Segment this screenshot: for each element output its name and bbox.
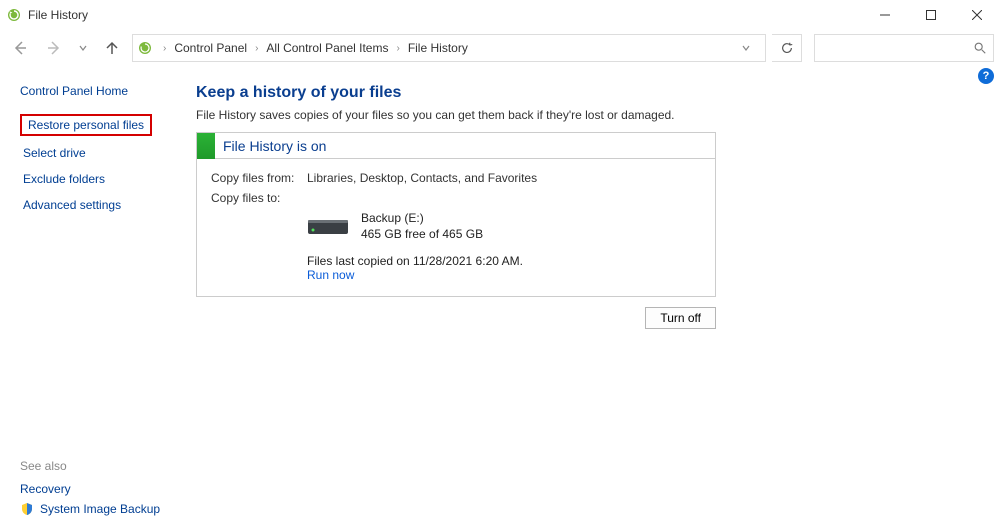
drive-label: Backup (E:) bbox=[361, 211, 483, 227]
nav-forward-button[interactable] bbox=[40, 34, 68, 62]
run-now-link[interactable]: Run now bbox=[307, 268, 701, 282]
drive-icon bbox=[307, 214, 349, 240]
breadcrumb-item[interactable]: All Control Panel Items bbox=[264, 41, 390, 55]
turn-off-button[interactable]: Turn off bbox=[645, 307, 716, 329]
see-also-recovery-label: Recovery bbox=[20, 482, 71, 496]
breadcrumb-root-icon bbox=[137, 40, 153, 56]
breadcrumb-history-dropdown[interactable] bbox=[731, 34, 761, 62]
see-also-system-image-label: System Image Backup bbox=[40, 502, 160, 516]
title-bar: File History bbox=[0, 0, 1000, 30]
main-panel: ? Keep a history of your files File Hist… bbox=[196, 66, 1000, 527]
minimize-button[interactable] bbox=[862, 0, 908, 30]
app-icon bbox=[6, 7, 22, 23]
copy-from-label: Copy files from: bbox=[211, 171, 307, 185]
drive-free-space: 465 GB free of 465 GB bbox=[361, 227, 483, 243]
status-header: File History is on bbox=[197, 133, 715, 159]
see-also-system-image-link[interactable]: System Image Backup bbox=[20, 502, 184, 516]
sidebar-link-advanced[interactable]: Advanced settings bbox=[20, 196, 124, 214]
sidebar-link-exclude[interactable]: Exclude folders bbox=[20, 170, 108, 188]
search-input[interactable] bbox=[814, 34, 994, 62]
last-copied-text: Files last copied on 11/28/2021 6:20 AM. bbox=[307, 254, 701, 268]
breadcrumb-item[interactable]: File History bbox=[406, 41, 470, 55]
control-panel-home-link[interactable]: Control Panel Home bbox=[20, 84, 184, 98]
close-button[interactable] bbox=[954, 0, 1000, 30]
breadcrumb-item[interactable]: Control Panel bbox=[172, 41, 249, 55]
shield-icon bbox=[20, 502, 34, 516]
page-description: File History saves copies of your files … bbox=[196, 108, 984, 122]
sidebar-link-restore[interactable]: Restore personal files bbox=[20, 114, 152, 136]
search-icon bbox=[973, 41, 987, 55]
chevron-right-icon: › bbox=[392, 43, 403, 54]
window-title: File History bbox=[28, 8, 88, 22]
chevron-right-icon: › bbox=[251, 43, 262, 54]
address-bar-row: › Control Panel › All Control Panel Item… bbox=[0, 30, 1000, 66]
nav-recent-dropdown[interactable] bbox=[74, 34, 92, 62]
content-body: Control Panel Home Restore personal file… bbox=[0, 66, 1000, 527]
window-controls bbox=[862, 0, 1000, 30]
status-ok-icon bbox=[197, 133, 215, 159]
nav-back-button[interactable] bbox=[6, 34, 34, 62]
nav-up-button[interactable] bbox=[98, 34, 126, 62]
status-title: File History is on bbox=[223, 138, 326, 154]
sidebar: Control Panel Home Restore personal file… bbox=[0, 66, 196, 527]
status-panel: File History is on Copy files from: Libr… bbox=[196, 132, 716, 297]
sidebar-link-select-drive[interactable]: Select drive bbox=[20, 144, 89, 162]
chevron-right-icon: › bbox=[159, 43, 170, 54]
drive-row: Backup (E:) 465 GB free of 465 GB bbox=[307, 211, 701, 242]
breadcrumb-bar[interactable]: › Control Panel › All Control Panel Item… bbox=[132, 34, 766, 62]
help-badge[interactable]: ? bbox=[978, 68, 994, 84]
refresh-button[interactable] bbox=[772, 34, 802, 62]
maximize-button[interactable] bbox=[908, 0, 954, 30]
see-also-recovery-link[interactable]: Recovery bbox=[20, 482, 184, 496]
page-heading: Keep a history of your files bbox=[196, 84, 984, 102]
see-also-label: See also bbox=[20, 459, 184, 473]
copy-to-label: Copy files to: bbox=[211, 191, 307, 205]
copy-from-value: Libraries, Desktop, Contacts, and Favori… bbox=[307, 171, 537, 185]
